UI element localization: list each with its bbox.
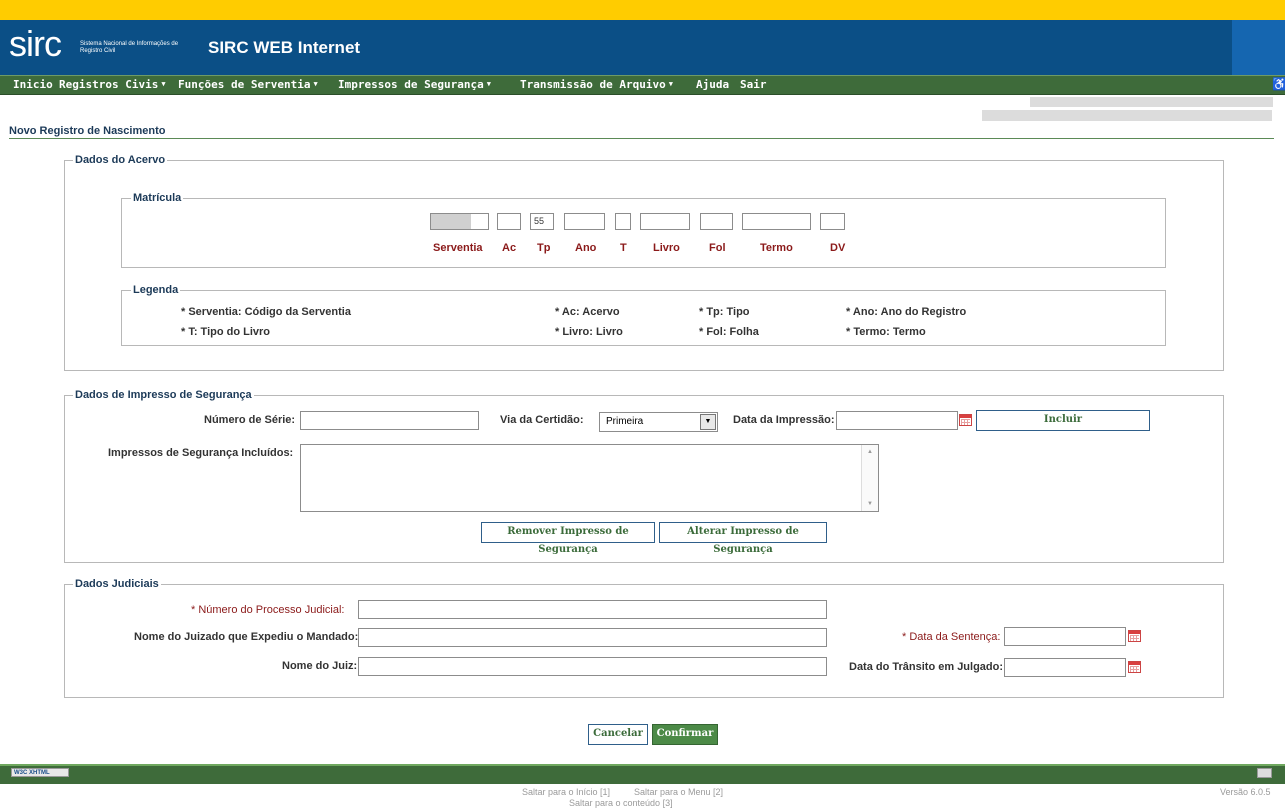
ano-label: Ano (575, 242, 597, 254)
version-text: Versão 6.0.5 (1220, 787, 1271, 797)
dv-field[interactable] (820, 213, 845, 230)
scroll-up-icon[interactable]: ▲ (867, 449, 873, 455)
livro-label: Livro (653, 242, 680, 254)
incluir-button[interactable]: Incluir (976, 410, 1150, 431)
calendar-icon[interactable] (1128, 630, 1141, 642)
legend-item: * Livro: Livro (555, 326, 623, 338)
judiciais-legend: Dados Judiciais (73, 578, 161, 590)
remover-impresso-button[interactable]: Remover Impresso de Segurança (481, 522, 655, 555)
impressos-incluidos-label: Impressos de Segurança Incluídos: (108, 447, 294, 459)
menu-item-registros-civis[interactable]: Registros Civis ▼ (59, 78, 166, 91)
legenda-fieldset (121, 290, 1166, 346)
ano-field[interactable] (564, 213, 605, 230)
app-header (0, 20, 1285, 75)
main-menu: Inicio Registros Civis ▼ Funções de Serve… (0, 75, 1285, 95)
top-accent-band (0, 0, 1285, 20)
mail-icon[interactable] (1257, 768, 1272, 778)
matricula-fieldset (121, 198, 1166, 268)
juizado-label: Nome do Juizado que Expediu o Mandado: (134, 631, 359, 643)
legend-item: * Serventia: Código da Serventia (181, 306, 351, 318)
via-certidao-select[interactable]: Primeira ▼ (599, 412, 718, 432)
fol-label: Fol (709, 242, 726, 254)
t-label: T (620, 242, 627, 254)
ac-field[interactable] (497, 213, 521, 230)
legend-item: * T: Tipo do Livro (181, 326, 271, 338)
acervo-legend: Dados do Acervo (73, 154, 168, 166)
matricula-legend: Matrícula (131, 192, 184, 204)
scroll-down-icon[interactable]: ▼ (867, 501, 873, 507)
calendar-icon[interactable] (959, 414, 972, 426)
app-title: SIRC WEB Internet (208, 38, 361, 57)
numero-serie-label: Número de Série: (204, 414, 296, 426)
chevron-down-icon: ▼ (313, 80, 318, 88)
skip-to-content-link[interactable]: Saltar para o conteúdo [3] (569, 798, 673, 808)
via-certidao-value: Primeira (606, 416, 644, 427)
data-transito-input[interactable] (1004, 658, 1126, 677)
legenda-legend: Legenda (131, 284, 181, 296)
impresso-legend: Dados de Impresso de Segurança (73, 389, 254, 401)
menu-item-impressos-de-seguranca[interactable]: Impressos de Segurança ▼ (338, 78, 491, 91)
fol-field[interactable] (700, 213, 733, 230)
serventia-field[interactable] (430, 213, 489, 230)
legend-item: * Ano: Ano do Registro (846, 306, 967, 318)
skip-to-menu-link[interactable]: Saltar para o Menu [2] (634, 787, 723, 797)
data-impressao-label: Data da Impressão: (733, 414, 835, 426)
dv-label: DV (830, 242, 846, 254)
cancel-button[interactable]: Cancelar (588, 724, 648, 745)
header-accent-block (1232, 20, 1285, 75)
nome-juiz-input[interactable] (358, 657, 827, 676)
via-certidao-label: Via da Certidão: (500, 414, 584, 426)
tp-label: Tp (537, 242, 551, 254)
chevron-down-icon: ▼ (161, 80, 166, 88)
processo-judicial-label: * Número do Processo Judicial: (191, 604, 345, 616)
menu-item-ajuda[interactable]: Ajuda (696, 78, 729, 91)
ac-label: Ac (502, 242, 517, 254)
data-sentenca-input[interactable] (1004, 627, 1126, 646)
title-divider (9, 138, 1274, 139)
logo-subtitle: Sistema Nacional de Informações de Regis… (80, 41, 179, 54)
t-field[interactable] (615, 213, 631, 230)
user-info-redacted (1030, 97, 1273, 107)
termo-field[interactable] (742, 213, 811, 230)
page-title: Novo Registro de Nascimento (9, 125, 166, 137)
confirm-button[interactable]: Confirmar (652, 724, 718, 745)
serventia-info-redacted (982, 110, 1272, 121)
sirc-logo: sirc (9, 23, 62, 64)
scrollbar[interactable]: ▲ ▼ (861, 445, 878, 511)
termo-label: Termo (760, 242, 793, 254)
calendar-icon[interactable] (1128, 661, 1141, 673)
legend-item: * Fol: Folha (699, 326, 759, 338)
legend-item: * Termo: Termo (846, 326, 926, 338)
juizado-input[interactable] (358, 628, 827, 647)
data-transito-label: Data do Trânsito em Julgado: (849, 661, 1004, 673)
processo-judicial-input[interactable] (358, 600, 827, 619)
menu-item-sair[interactable]: Sair (740, 78, 767, 91)
impressos-incluidos-list[interactable]: ▲ ▼ (300, 444, 879, 512)
legend-item: * Ac: Acervo (555, 306, 620, 318)
alterar-impresso-button[interactable]: Alterar Impresso de Segurança (659, 522, 827, 555)
livro-field[interactable] (640, 213, 690, 230)
wheelchair-icon[interactable]: ♿ (1272, 77, 1285, 91)
data-impressao-input[interactable] (836, 411, 958, 430)
footer-bar (0, 764, 1285, 784)
menu-item-inicio[interactable]: Inicio (13, 78, 53, 91)
menu-item-transmissao-de-arquivo[interactable]: Transmissão de Arquivo ▼ (520, 78, 673, 91)
data-sentenca-label: * Data da Sentença: (902, 631, 1001, 643)
w3c-xhtml-badge[interactable]: W3C XHTML (11, 768, 69, 777)
serventia-label: Serventia (433, 242, 483, 254)
tp-field[interactable]: 55 (530, 213, 554, 230)
chevron-down-icon: ▼ (668, 80, 673, 88)
chevron-down-icon[interactable]: ▼ (700, 414, 716, 430)
numero-serie-input[interactable] (300, 411, 479, 430)
legend-item: * Tp: Tipo (699, 306, 750, 318)
skip-to-start-link[interactable]: Saltar para o Início [1] (522, 787, 610, 797)
menu-item-funcoes-de-serventia[interactable]: Funções de Serventia ▼ (178, 78, 318, 91)
chevron-down-icon: ▼ (486, 80, 491, 88)
nome-juiz-label: Nome do Juiz: (282, 660, 358, 672)
